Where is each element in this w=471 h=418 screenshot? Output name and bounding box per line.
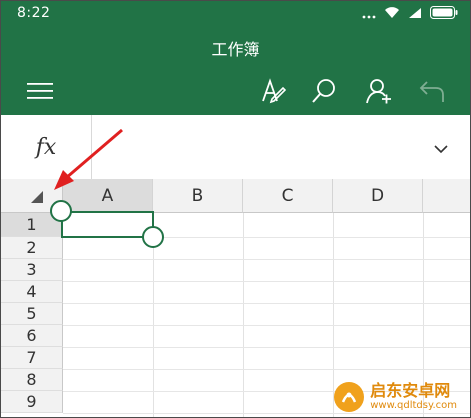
status-time: 8:22	[17, 5, 51, 21]
column-header-c[interactable]: C	[243, 179, 333, 213]
formula-bar: fx	[1, 115, 470, 180]
watermark: 启东安卓网 www.qdltdsy.com	[334, 382, 457, 412]
app-header: 工作簿	[1, 25, 470, 115]
row-header-3[interactable]: 3	[1, 259, 63, 281]
gridline	[63, 413, 470, 414]
selection-handle-top-left[interactable]	[50, 200, 72, 222]
selected-cell-a1[interactable]	[61, 211, 154, 238]
gridline	[63, 325, 470, 326]
gridline	[63, 347, 470, 348]
row-header-2[interactable]: 2	[1, 237, 63, 259]
formula-input[interactable]	[101, 115, 421, 179]
signal-icon	[408, 4, 422, 23]
gridline	[63, 281, 470, 282]
pen-format-icon[interactable]	[255, 74, 289, 108]
column-header-b[interactable]: B	[153, 179, 243, 213]
watermark-logo-icon	[334, 382, 365, 412]
gridline	[63, 259, 470, 260]
fx-button[interactable]: fx	[1, 115, 92, 179]
more-dots-icon	[362, 4, 376, 23]
wifi-icon	[384, 4, 400, 23]
row-header-8[interactable]: 8	[1, 369, 63, 391]
search-icon[interactable]	[307, 74, 341, 108]
watermark-url: www.qdltdsy.com	[370, 400, 457, 411]
row-header-5[interactable]: 5	[1, 303, 63, 325]
watermark-text: 启东安卓网	[370, 381, 451, 400]
gridline	[63, 303, 470, 304]
selection-handle-bottom-right[interactable]	[142, 226, 164, 248]
battery-icon	[430, 4, 458, 23]
gridline	[243, 213, 244, 417]
row-header-6[interactable]: 6	[1, 325, 63, 347]
row-header-4[interactable]: 4	[1, 281, 63, 303]
undo-icon[interactable]	[415, 74, 449, 108]
document-title: 工作簿	[211, 40, 260, 59]
chevron-down-icon[interactable]	[434, 139, 448, 158]
column-header-a[interactable]: A	[63, 179, 153, 213]
share-person-icon[interactable]	[361, 74, 395, 108]
toolbar	[1, 74, 470, 108]
status-bar: 8:22	[1, 1, 470, 25]
row-header-7[interactable]: 7	[1, 347, 63, 369]
menu-icon[interactable]	[23, 74, 57, 108]
app-window: 8:22 工作簿 fx A B C D 1 2 3 4 5 6 7 8 9	[0, 0, 471, 418]
status-icons	[362, 5, 458, 21]
column-header-e[interactable]	[423, 179, 470, 213]
row-header-9[interactable]: 9	[1, 391, 63, 413]
gridline	[63, 369, 470, 370]
column-header-d[interactable]: D	[333, 179, 423, 213]
